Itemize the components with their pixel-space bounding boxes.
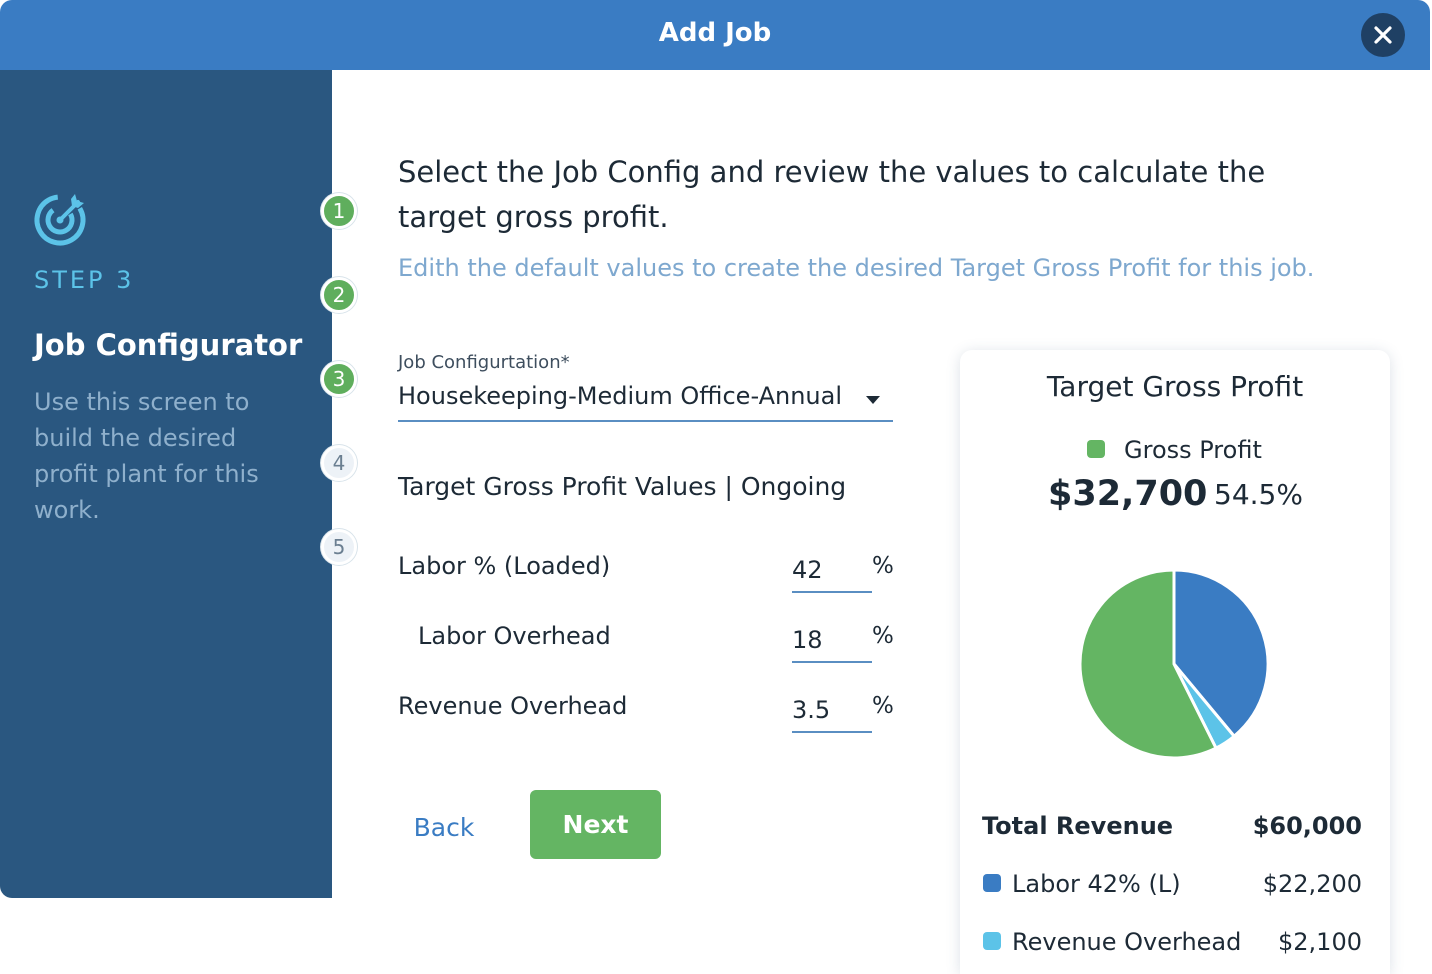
step-indicator-3[interactable]: 3 (321, 361, 357, 397)
labor-pct-label: Labor % (Loaded) (398, 552, 611, 580)
revenue-overhead-line-value: $2,100 (1278, 928, 1362, 956)
gross-profit-pie-chart (1078, 568, 1270, 760)
dialog-title: Add Job (658, 18, 772, 48)
job-config-select[interactable]: Housekeeping-Medium Office-Annual (398, 378, 893, 422)
next-button[interactable]: Next (530, 790, 661, 859)
sidebar-title: Job Configurator (34, 328, 303, 362)
labor-line-value: $22,200 (1262, 870, 1362, 898)
job-config-value: Housekeeping-Medium Office-Annual (398, 382, 842, 410)
caret-down-icon (866, 396, 880, 404)
step-indicator-2[interactable]: 2 (321, 277, 357, 313)
sidebar-description: Use this screen to build the desired pro… (34, 388, 259, 524)
step-indicator-5[interactable]: 5 (321, 529, 357, 565)
gross-profit-percent: 54.5% (1214, 478, 1303, 511)
labor-legend-swatch (983, 874, 1001, 892)
step-indicator-1[interactable]: 1 (321, 193, 357, 229)
total-revenue-label: Total Revenue (982, 812, 1174, 840)
gross-profit-amount: $32,700 (1048, 474, 1208, 514)
section-title: Target Gross Profit Values | Ongoing (398, 472, 847, 501)
dialog-header: Add Job (0, 0, 1430, 70)
sidebar: STEP 3 Job Configurator Use this screen … (0, 70, 332, 898)
step-indicator-4[interactable]: 4 (321, 445, 357, 481)
back-button[interactable]: Back (398, 808, 490, 848)
close-icon (1374, 26, 1392, 44)
job-config-label: Job Configurtation* (398, 352, 570, 373)
target-icon (34, 194, 86, 246)
labor-overhead-label: Labor Overhead (418, 622, 611, 650)
revenue-overhead-input[interactable] (792, 689, 872, 733)
close-button[interactable] (1361, 13, 1405, 57)
labor-overhead-unit: % (872, 623, 894, 649)
revenue-overhead-line-label: Revenue Overhead (1012, 928, 1242, 956)
total-revenue-value: $60,000 (1252, 812, 1362, 840)
step-label: STEP 3 (34, 266, 135, 294)
labor-overhead-input[interactable] (792, 619, 872, 663)
page-heading: Select the Job Config and review the val… (398, 155, 1266, 234)
revenue-overhead-unit: % (872, 693, 894, 719)
labor-pct-unit: % (872, 553, 894, 579)
page-subheading: Edith the default values to create the d… (398, 254, 1315, 282)
gross-profit-card: Target Gross Profit Gross Profit $32,700… (960, 350, 1390, 974)
gross-profit-legend-label: Gross Profit (1124, 436, 1262, 464)
labor-line-label: Labor 42% (L) (1012, 870, 1181, 898)
revenue-overhead-label: Revenue Overhead (398, 692, 628, 720)
gross-profit-legend-swatch (1087, 440, 1105, 458)
labor-pct-input[interactable] (792, 549, 872, 593)
card-title: Target Gross Profit (1046, 370, 1304, 403)
revenue-overhead-legend-swatch (983, 932, 1001, 950)
